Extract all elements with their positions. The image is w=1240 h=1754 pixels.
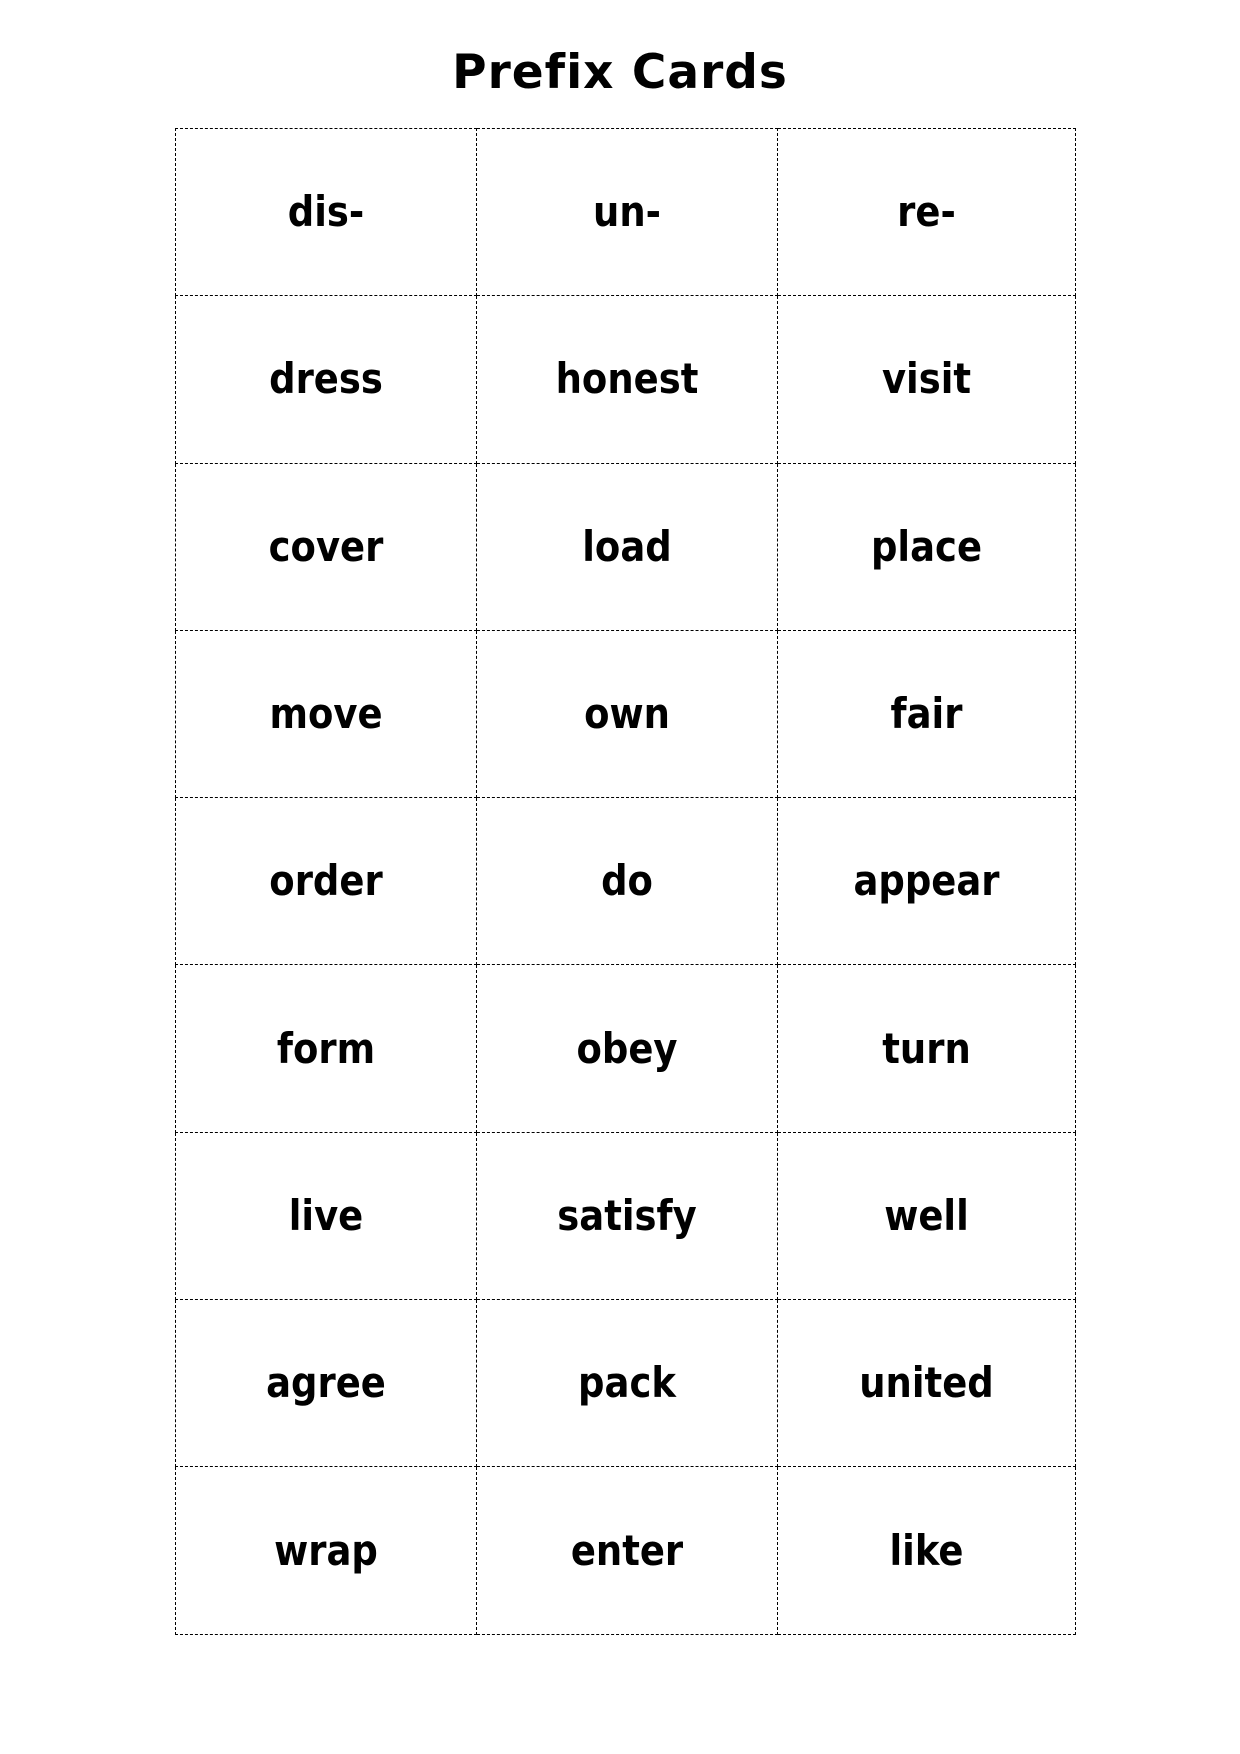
card-word: honest xyxy=(555,354,699,404)
table-row: form obey turn xyxy=(175,964,1076,1133)
card-word: own xyxy=(584,689,670,739)
card-cell[interactable]: honest xyxy=(476,295,778,464)
card-word: satisfy xyxy=(557,1190,697,1240)
worksheet-page: Prefix Cards dis- un- re- dress honest v… xyxy=(0,0,1240,1754)
card-word: cover xyxy=(268,521,384,571)
card-cell[interactable]: agree xyxy=(175,1299,477,1468)
page-title: Prefix Cards xyxy=(452,45,788,100)
prefix-cards-body: dis- un- re- dress honest visit cover lo… xyxy=(175,127,1076,1635)
card-cell[interactable]: like xyxy=(777,1466,1076,1635)
card-cell[interactable]: re- xyxy=(777,127,1076,297)
card-cell[interactable]: obey xyxy=(476,964,778,1133)
card-cell[interactable]: dress xyxy=(175,295,477,464)
card-word: form xyxy=(276,1023,376,1073)
card-cell[interactable]: order xyxy=(175,797,477,966)
card-word: pack xyxy=(578,1358,676,1408)
card-cell[interactable]: visit xyxy=(777,295,1076,464)
card-word: order xyxy=(269,856,383,906)
card-cell[interactable]: place xyxy=(777,462,1076,631)
card-word: well xyxy=(884,1190,969,1240)
card-word: appear xyxy=(853,856,1000,906)
table-row: cover load place xyxy=(175,462,1076,631)
table-row: agree pack united xyxy=(175,1299,1076,1468)
table-row: dis- un- re- xyxy=(175,127,1076,297)
card-cell[interactable]: enter xyxy=(476,1466,778,1635)
card-cell[interactable]: appear xyxy=(777,797,1076,966)
card-cell[interactable]: fair xyxy=(777,629,1076,799)
card-cell[interactable]: satisfy xyxy=(476,1131,778,1301)
card-word: live xyxy=(288,1190,364,1240)
card-word: move xyxy=(269,689,383,739)
card-cell[interactable]: move xyxy=(175,629,477,799)
card-word: place xyxy=(870,521,983,571)
card-cell[interactable]: do xyxy=(476,797,778,966)
card-cell[interactable]: own xyxy=(476,629,778,799)
table-row: dress honest visit xyxy=(175,295,1076,464)
card-cell[interactable]: well xyxy=(777,1131,1076,1301)
card-word: turn xyxy=(882,1023,971,1073)
card-word: do xyxy=(601,856,653,906)
card-word: fair xyxy=(890,689,963,739)
card-cell[interactable]: live xyxy=(175,1131,477,1301)
card-cell[interactable]: pack xyxy=(476,1299,778,1468)
card-cell[interactable]: turn xyxy=(777,964,1076,1133)
card-cell[interactable]: load xyxy=(476,462,778,631)
card-word: obey xyxy=(576,1023,678,1073)
table-row: move own fair xyxy=(175,629,1076,799)
prefix-cards-table: dis- un- re- dress honest visit cover lo… xyxy=(175,127,1076,1635)
card-word: united xyxy=(859,1358,994,1408)
card-word: un- xyxy=(593,187,661,237)
card-cell[interactable]: dis- xyxy=(175,127,477,297)
table-row: wrap enter like xyxy=(175,1466,1076,1635)
card-word: agree xyxy=(266,1358,386,1408)
card-word: enter xyxy=(570,1525,684,1575)
card-cell[interactable]: united xyxy=(777,1299,1076,1468)
card-word: visit xyxy=(881,354,972,404)
card-cell[interactable]: wrap xyxy=(175,1466,477,1635)
card-word: re- xyxy=(897,187,956,237)
card-word: wrap xyxy=(274,1525,378,1575)
card-word: like xyxy=(889,1525,964,1575)
card-word: dress xyxy=(269,354,383,404)
table-row: order do appear xyxy=(175,797,1076,966)
card-word: load xyxy=(582,521,672,571)
card-cell[interactable]: un- xyxy=(476,127,778,297)
table-row: live satisfy well xyxy=(175,1131,1076,1301)
card-word: dis- xyxy=(287,187,365,237)
card-cell[interactable]: form xyxy=(175,964,477,1133)
card-cell[interactable]: cover xyxy=(175,462,477,631)
